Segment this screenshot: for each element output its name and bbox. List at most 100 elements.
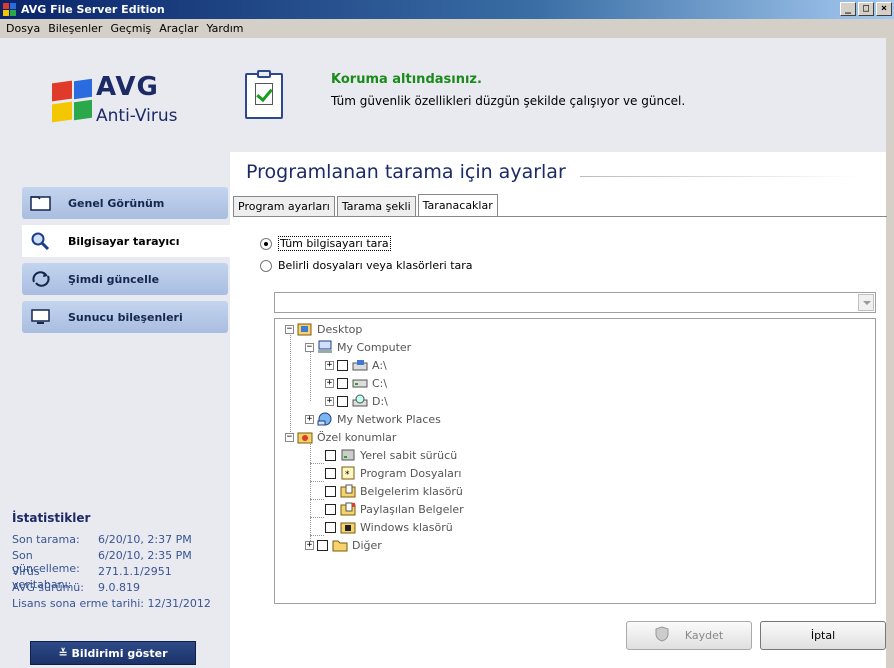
tree-node-my-computer[interactable]: − My Computer: [305, 339, 411, 355]
save-button[interactable]: Kaydet: [626, 621, 752, 650]
tree-node-drive-a[interactable]: + A:\: [325, 357, 387, 373]
tree-label: C:\: [372, 376, 388, 390]
tree-label: D:\: [372, 394, 388, 408]
nav-label: Sunucu bileşenleri: [68, 310, 183, 324]
documents-folder-icon: [340, 484, 356, 498]
radio-button[interactable]: [260, 259, 272, 272]
tree-node-my-documents[interactable]: Belgelerim klasörü: [325, 483, 463, 499]
checkbox[interactable]: [325, 485, 336, 497]
stats-row: Son tarama: 6/20/10, 2:37 PM: [12, 533, 230, 549]
tree-label: A:\: [372, 358, 387, 372]
tree-node-program-files[interactable]: * Program Dosyaları: [325, 465, 461, 481]
computer-icon: [317, 340, 333, 354]
expand-icon[interactable]: +: [305, 414, 314, 424]
floppy-drive-icon: [352, 358, 368, 372]
checkbox[interactable]: [325, 467, 336, 479]
tree-label: My Network Places: [337, 412, 441, 426]
avg-logo: AVG Anti-Virus: [50, 72, 220, 132]
checkbox[interactable]: [337, 395, 348, 407]
tree-node-network[interactable]: + My Network Places: [305, 411, 441, 427]
tree-node-other[interactable]: + Diğer: [305, 537, 382, 553]
menu-araclar[interactable]: Araçlar: [157, 22, 204, 35]
tree-label: Program Dosyaları: [360, 466, 462, 480]
tree-label: Diğer: [352, 538, 382, 552]
checkbox[interactable]: [337, 377, 348, 389]
nav-label: Genel Görünüm: [68, 196, 165, 210]
cancel-label: İptal: [810, 629, 836, 642]
tree-node-local-disk[interactable]: Yerel sabit sürücü: [325, 447, 457, 463]
nav-item-simdi-guncelle[interactable]: Şimdi güncelle: [22, 263, 228, 295]
stats-value: 6/20/10, 2:35 PM: [98, 549, 192, 562]
tree-node-windows-folder[interactable]: Windows klasörü: [325, 519, 453, 535]
svg-text:*: *: [345, 470, 350, 480]
protected-clipboard-icon: [245, 70, 283, 119]
program-files-icon: *: [340, 466, 356, 480]
minimize-button[interactable]: _: [840, 2, 856, 16]
network-icon: [317, 412, 333, 426]
shared-folder-icon: [340, 502, 356, 516]
menu-bilesenler[interactable]: Bileşenler: [46, 22, 108, 35]
menu-yardim[interactable]: Yardım: [204, 22, 249, 35]
show-notification-button[interactable]: ≚ Bildirimi göster: [30, 641, 196, 665]
special-folder-icon: [297, 430, 313, 444]
chevron-down-icon[interactable]: [858, 294, 874, 311]
avg-app-icon: [3, 2, 17, 17]
stats-value: 271.1.1/2951: [98, 565, 172, 578]
stats-key: AVG sürümü:: [12, 581, 84, 594]
expand-icon[interactable]: +: [325, 378, 334, 388]
window-title: AVG File Server Edition: [21, 3, 165, 16]
expand-icon[interactable]: +: [305, 540, 314, 550]
radio-button[interactable]: [260, 237, 272, 250]
checkbox[interactable]: [325, 503, 336, 515]
checkbox[interactable]: [317, 539, 328, 551]
magnifier-icon: [30, 232, 52, 251]
collapse-icon[interactable]: −: [285, 324, 294, 334]
checkbox[interactable]: [325, 449, 336, 461]
windows-folder-icon: [340, 520, 356, 534]
cancel-button[interactable]: İptal: [760, 621, 886, 650]
title-bar: AVG File Server Edition _ □ ×: [0, 0, 894, 19]
nav-item-bilgisayar-tarayici[interactable]: Bilgisayar tarayıcı: [22, 225, 236, 257]
stats-value: 6/20/10, 2:37 PM: [98, 533, 192, 546]
nav-label: Bilgisayar tarayıcı: [68, 234, 180, 248]
stats-row: Son güncelleme: 6/20/10, 2:35 PM: [12, 549, 230, 575]
tree-label: Özel konumlar: [317, 430, 397, 444]
checkbox[interactable]: [337, 359, 348, 371]
tree-node-drive-c[interactable]: + C:\: [325, 375, 387, 391]
tree-label: Desktop: [317, 322, 363, 336]
shield-icon: [655, 626, 669, 645]
collapse-icon[interactable]: −: [305, 342, 314, 352]
radio-scan-whole-computer[interactable]: Tüm bilgisayarı tara: [260, 236, 391, 251]
menu-gecmis[interactable]: Geçmiş: [108, 22, 157, 35]
hard-drive-icon: [352, 376, 368, 390]
tree-label: Belgelerim klasörü: [360, 484, 463, 498]
radio-scan-specific-files[interactable]: Belirli dosyaları veya klasörleri tara: [260, 259, 473, 272]
stats-row: Virüs veritabanı: 271.1.1/2951: [12, 565, 230, 591]
hard-disk-icon: [340, 448, 356, 462]
folder-tree: − Desktop − My Computer + A:\ + C:\ + D:…: [274, 318, 876, 604]
tab-taranacaklar[interactable]: Taranacaklar: [417, 194, 498, 216]
nav-label: Şimdi güncelle: [68, 272, 160, 286]
radio-label: Tüm bilgisayarı tara: [278, 236, 391, 251]
tree-node-special-locations[interactable]: − Özel konumlar: [285, 429, 396, 445]
tab-tarama-sekli[interactable]: Tarama şekli: [336, 196, 416, 216]
stats-value: 9.0.819: [98, 581, 140, 594]
nav-item-sunucu-bilesenleri[interactable]: Sunucu bileşenleri: [22, 301, 228, 333]
tree-node-desktop[interactable]: − Desktop: [285, 321, 362, 337]
menu-dosya[interactable]: Dosya: [4, 22, 46, 35]
maximize-button[interactable]: □: [858, 2, 874, 16]
tree-node-drive-d[interactable]: + D:\: [325, 393, 388, 409]
logo-product: Anti-Virus: [96, 106, 178, 126]
expand-icon[interactable]: +: [325, 360, 334, 370]
tab-program-ayarlari[interactable]: Program ayarları: [233, 196, 335, 216]
collapse-icon[interactable]: −: [285, 432, 294, 442]
radio-label: Belirli dosyaları veya klasörleri tara: [278, 259, 473, 272]
expand-icon[interactable]: +: [325, 396, 334, 406]
path-combobox[interactable]: [274, 292, 876, 313]
folder-icon: [332, 538, 348, 552]
menu-bar: Dosya Bileşenler Geçmiş Araçlar Yardım: [0, 19, 894, 38]
tree-node-shared-documents[interactable]: Paylaşılan Belgeler: [325, 501, 464, 517]
close-button[interactable]: ×: [876, 2, 892, 16]
checkbox[interactable]: [325, 521, 336, 533]
nav-item-genel-gorunum[interactable]: Genel Görünüm: [22, 187, 228, 219]
